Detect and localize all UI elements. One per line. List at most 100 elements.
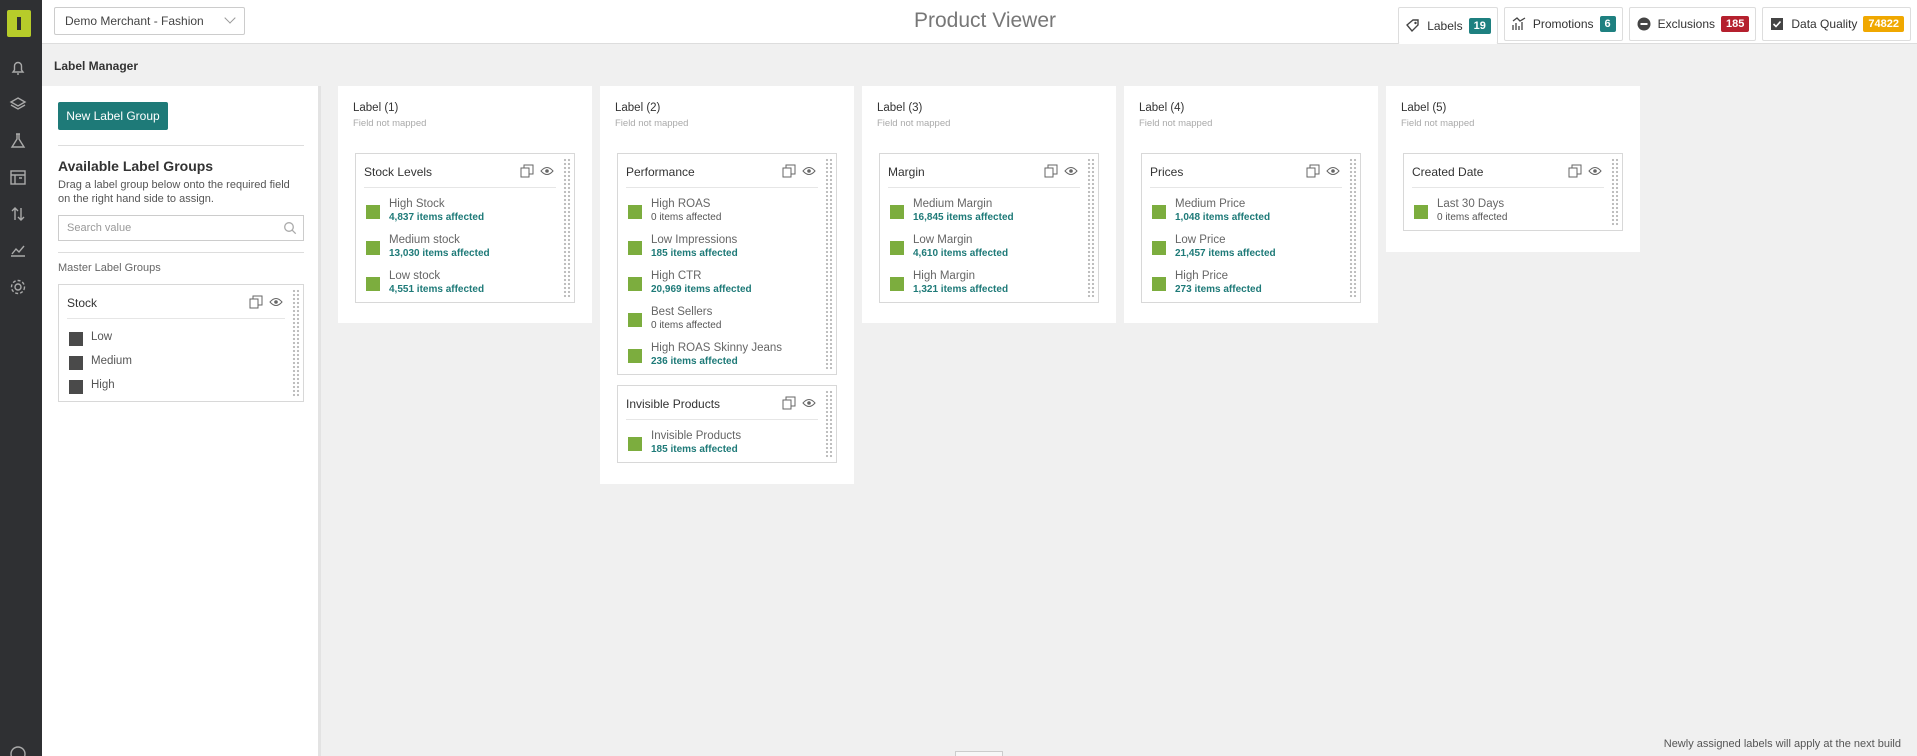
help-icon[interactable] (8, 744, 28, 756)
store-icon[interactable] (8, 167, 28, 187)
group-name: Stock Levels (364, 165, 433, 179)
copy-icon[interactable] (1568, 164, 1582, 178)
drag-handle[interactable] (563, 158, 571, 298)
available-groups-desc: Drag a label group below onto the requir… (58, 179, 290, 205)
tab-promotions[interactable]: Promotions 6 (1503, 7, 1623, 41)
minus-circle-icon (1637, 17, 1651, 31)
drag-handle[interactable] (825, 158, 833, 370)
color-swatch (366, 205, 380, 219)
item-name: Last 30 Days (1437, 198, 1505, 210)
label-group-card[interactable]: Invisible Products Invisible Products 185 … (617, 385, 837, 463)
drag-handle[interactable] (1611, 158, 1619, 226)
label-group-card[interactable]: Margin Medium Margin 16,845 items affected… (879, 153, 1099, 303)
color-swatch (628, 349, 642, 363)
master-group-card-stock[interactable]: Stock Low Medium High (58, 284, 304, 402)
item-name: Medium Price (1175, 198, 1246, 210)
app-logo[interactable] (7, 10, 31, 37)
item-name: Medium (91, 355, 132, 367)
drag-handle[interactable] (1087, 158, 1095, 298)
color-swatch (1414, 205, 1428, 219)
promotions-chart-icon (1512, 17, 1526, 30)
eye-icon[interactable] (1588, 165, 1602, 177)
group-name: Created Date (1412, 165, 1484, 179)
item-name: High CTR (651, 270, 702, 282)
item-name: Best Sellers (651, 306, 713, 318)
search-input[interactable] (59, 216, 269, 240)
label-column: Label (2) Field not mapped Performance High… (600, 86, 854, 484)
bell-icon[interactable] (8, 58, 28, 78)
drag-handle[interactable] (292, 289, 300, 397)
item-name: Low Impressions (651, 234, 738, 246)
items-affected-count: 185 items affected (651, 248, 738, 259)
color-swatch (1152, 241, 1166, 255)
color-swatch (628, 313, 642, 327)
flask-icon[interactable] (8, 131, 28, 151)
drag-handle[interactable] (1349, 158, 1357, 298)
items-affected-count: 13,030 items affected (389, 248, 490, 259)
color-swatch (628, 241, 642, 255)
items-affected-count: 1,048 items affected (1175, 212, 1271, 223)
color-swatch (890, 277, 904, 291)
eye-icon[interactable] (1064, 165, 1078, 177)
new-label-group-button[interactable]: New Label Group (58, 102, 168, 130)
label-column-subtitle: Field not mapped (1401, 118, 1475, 129)
item-name: High (91, 379, 115, 391)
copy-icon[interactable] (782, 164, 796, 178)
label-column-title: Label (5) (1401, 102, 1447, 114)
label-group-card[interactable]: Prices Medium Price 1,048 items affected Lo… (1141, 153, 1361, 303)
group-name: Stock (67, 296, 98, 310)
header-tabs: Labels 19 Promotions 6 Exclusions 185 Da… (1398, 0, 1917, 44)
group-card-header: Stock (67, 285, 285, 319)
item-name: High Price (1175, 270, 1229, 282)
eye-icon[interactable] (269, 296, 283, 308)
page-title: Product Viewer (914, 9, 1057, 32)
items-affected-count: 185 items affected (651, 444, 738, 455)
search-icon[interactable] (283, 221, 297, 235)
label-column-subtitle: Field not mapped (1139, 118, 1213, 129)
label-column-title: Label (4) (1139, 102, 1185, 114)
chart-icon[interactable] (8, 240, 28, 260)
copy-icon[interactable] (1306, 164, 1320, 178)
nav-rail (0, 0, 42, 756)
gear-icon[interactable] (8, 277, 28, 297)
copy-icon[interactable] (1044, 164, 1058, 178)
group-name: Performance (626, 165, 695, 179)
label-column: Label (4) Field not mapped Prices Medium Pr… (1124, 86, 1378, 323)
drag-handle[interactable] (825, 390, 833, 458)
color-swatch (890, 241, 904, 255)
eye-icon[interactable] (540, 165, 554, 177)
tab-labels-label: Labels (1427, 18, 1463, 33)
color-swatch (628, 205, 642, 219)
eye-icon[interactable] (802, 397, 816, 409)
chevron-down-icon (224, 12, 236, 24)
group-name: Prices (1150, 165, 1184, 179)
tab-labels[interactable]: Labels 19 (1398, 7, 1498, 44)
label-column: Label (1) Field not mapped Stock Levels Hig… (338, 86, 592, 323)
tab-data-quality[interactable]: Data Quality 74822 (1762, 7, 1911, 41)
eye-icon[interactable] (802, 165, 816, 177)
color-swatch (69, 380, 83, 394)
item-name: Invisible Products (651, 430, 742, 442)
label-column-subtitle: Field not mapped (877, 118, 951, 129)
layers-icon[interactable] (8, 94, 28, 114)
copy-icon[interactable] (249, 295, 263, 309)
group-card-header: Stock Levels (364, 154, 556, 188)
items-affected-count: 4,610 items affected (913, 248, 1009, 259)
copy-icon[interactable] (782, 396, 796, 410)
label-group-card[interactable]: Created Date Last 30 Days 0 items affected (1403, 153, 1623, 231)
label-column-subtitle: Field not mapped (353, 118, 427, 129)
label-group-card[interactable]: Stock Levels High Stock 4,837 items affect… (355, 153, 575, 303)
sort-arrows-icon[interactable] (8, 204, 28, 224)
color-swatch (69, 332, 83, 346)
tag-icon (1406, 18, 1419, 32)
color-swatch (366, 241, 380, 255)
section-title: Label Manager (54, 59, 139, 73)
copy-icon[interactable] (520, 164, 534, 178)
merchant-select[interactable]: Demo Merchant - Fashion (54, 7, 245, 35)
eye-icon[interactable] (1326, 165, 1340, 177)
label-group-card[interactable]: Performance High ROAS 0 items affected Low … (617, 153, 837, 375)
tab-exclusions[interactable]: Exclusions 185 (1628, 7, 1757, 41)
bottom-handle[interactable] (955, 751, 1003, 756)
item-name: High Margin (913, 270, 975, 282)
item-name: Medium Margin (913, 198, 993, 210)
